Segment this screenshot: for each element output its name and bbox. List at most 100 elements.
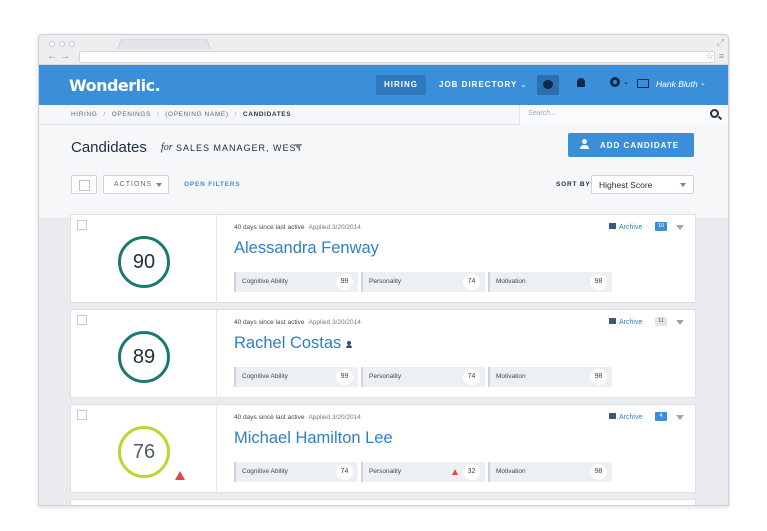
chip-value: 98 bbox=[590, 274, 607, 290]
nav-hiring[interactable]: HIRING bbox=[376, 75, 426, 95]
personality-chip: Personality 74 bbox=[361, 272, 485, 292]
candidate-name-text: Rachel Costas bbox=[234, 334, 342, 352]
score-circle: 76 bbox=[118, 426, 170, 478]
breadcrumb-openings[interactable]: OPENINGS bbox=[112, 111, 151, 118]
archive-icon bbox=[609, 318, 616, 324]
resize-icon[interactable]: ⤢ bbox=[717, 37, 724, 48]
chip-label: Motivation bbox=[496, 468, 526, 475]
select-all-checkbox[interactable] bbox=[71, 175, 97, 194]
message-count-badge[interactable]: 10 bbox=[655, 222, 667, 231]
actions-dropdown[interactable]: ACTIONS bbox=[103, 175, 169, 194]
warning-icon bbox=[452, 469, 458, 475]
candidate-name[interactable]: Rachel Costas bbox=[234, 334, 353, 353]
star-icon[interactable]: ☆ bbox=[706, 51, 714, 62]
chip-value: 98 bbox=[590, 369, 607, 385]
breadcrumb-opening-name[interactable]: (OPENING NAME) bbox=[165, 111, 228, 118]
chat-button[interactable] bbox=[537, 75, 559, 95]
chip-label: Personality bbox=[369, 468, 402, 475]
id-card-icon bbox=[637, 79, 649, 88]
add-user-icon bbox=[580, 139, 590, 149]
breadcrumb-hiring[interactable]: HIRING bbox=[71, 111, 97, 118]
address-bar[interactable] bbox=[79, 51, 715, 63]
browser-tab[interactable] bbox=[116, 39, 212, 50]
logo[interactable]: Wonderlic. bbox=[69, 76, 161, 95]
cognitive-chip: Cognitive Ability 99 bbox=[234, 367, 358, 387]
browser-chrome: ←→ ☆ ≡ ⤢ bbox=[39, 35, 728, 65]
menu-icon[interactable]: ≡ bbox=[719, 51, 724, 61]
opening-selector[interactable]: SALES MANAGER, WEST bbox=[176, 143, 303, 153]
candidate-card[interactable]: 90 40 days since last active Applied 3/20… bbox=[70, 214, 696, 303]
chevron-down-icon[interactable]: ⌄ bbox=[623, 78, 629, 86]
breadcrumb-candidates: CANDIDATES bbox=[243, 111, 292, 118]
applied-date: Applied 3/20/2014 bbox=[308, 319, 361, 326]
applied-date: Applied 3/20/2014 bbox=[308, 224, 361, 231]
sort-select[interactable]: Highest Score bbox=[591, 175, 694, 194]
divider bbox=[216, 405, 217, 493]
message-count-badge[interactable]: 4 bbox=[655, 412, 667, 421]
breadcrumb-bar: HIRING / OPENINGS / (OPENING NAME) / CANDID… bbox=[39, 105, 728, 125]
app-header: Wonderlic. HIRING JOB DIRECTORY ⌄ ⌄ Hank … bbox=[39, 65, 728, 105]
last-active: 40 days since last active bbox=[234, 414, 305, 421]
chevron-down-icon bbox=[156, 183, 162, 187]
candidate-checkbox[interactable] bbox=[77, 220, 87, 230]
gear-icon[interactable] bbox=[610, 77, 620, 87]
chevron-down-icon[interactable] bbox=[294, 144, 302, 149]
search-input[interactable]: Search... bbox=[519, 105, 728, 125]
browser-window: ←→ ☆ ≡ ⤢ Wonderlic. HIRING JOB DIRECTORY… bbox=[38, 34, 729, 506]
score-circle: 90 bbox=[118, 236, 170, 288]
window-controls[interactable] bbox=[49, 41, 75, 47]
chip-value: 32 bbox=[463, 464, 480, 480]
chevron-down-icon bbox=[680, 183, 686, 187]
archive-button[interactable]: Archive bbox=[609, 318, 642, 326]
motivation-chip: Motivation 98 bbox=[488, 367, 612, 387]
candidate-checkbox[interactable] bbox=[77, 315, 87, 325]
chip-value: 74 bbox=[336, 464, 353, 480]
sort-value: Highest Score bbox=[599, 180, 653, 190]
chevron-down-icon[interactable] bbox=[676, 415, 684, 420]
bell-icon[interactable] bbox=[577, 78, 585, 87]
candidate-meta: 40 days since last active Applied 3/20/20… bbox=[234, 414, 361, 421]
candidate-card[interactable]: 76 40 days since last active Applied 3/20… bbox=[70, 404, 696, 493]
nav-job-directory[interactable]: JOB DIRECTORY ⌄ bbox=[435, 75, 531, 95]
divider bbox=[216, 310, 217, 398]
back-forward-icon[interactable]: ←→ bbox=[47, 51, 73, 62]
warning-icon bbox=[175, 471, 185, 480]
chip-label: Cognitive Ability bbox=[242, 278, 288, 285]
candidate-card[interactable] bbox=[70, 499, 696, 505]
chip-label: Personality bbox=[369, 373, 402, 380]
candidate-name[interactable]: Michael Hamilton Lee bbox=[234, 429, 393, 448]
open-filters-link[interactable]: OPEN FILTERS bbox=[184, 181, 240, 188]
user-icon bbox=[346, 341, 353, 348]
candidate-checkbox[interactable] bbox=[77, 410, 87, 420]
cognitive-chip: Cognitive Ability 99 bbox=[234, 272, 358, 292]
search-placeholder: Search... bbox=[528, 110, 557, 117]
candidate-meta: 40 days since last active Applied 3/20/20… bbox=[234, 224, 361, 231]
chevron-down-icon: ⌄ bbox=[520, 82, 528, 89]
chat-icon bbox=[543, 80, 553, 89]
candidate-meta: 40 days since last active Applied 3/20/20… bbox=[234, 319, 361, 326]
chip-label: Cognitive Ability bbox=[242, 468, 288, 475]
user-name[interactable]: Hank Bluth bbox=[656, 79, 698, 89]
cognitive-chip: Cognitive Ability 74 bbox=[234, 462, 358, 482]
message-count-badge[interactable]: 11 bbox=[655, 317, 667, 326]
chip-label: Motivation bbox=[496, 373, 526, 380]
add-candidate-button[interactable]: ADD CANDIDATE bbox=[568, 133, 694, 157]
chip-label: Motivation bbox=[496, 278, 526, 285]
sort-by-label: SORT BY bbox=[556, 181, 591, 188]
chip-label: Personality bbox=[369, 278, 402, 285]
applied-date: Applied 3/20/2014 bbox=[308, 414, 361, 421]
candidate-card[interactable]: 89 40 days since last active Applied 3/20… bbox=[70, 309, 696, 398]
archive-button[interactable]: Archive bbox=[609, 413, 642, 421]
chevron-down-icon[interactable]: ⌄ bbox=[700, 79, 706, 87]
breadcrumb: HIRING / OPENINGS / (OPENING NAME) / CANDID… bbox=[71, 111, 292, 118]
archive-button[interactable]: Archive bbox=[609, 223, 642, 231]
search-icon[interactable] bbox=[710, 109, 719, 118]
page-title: Candidates bbox=[71, 139, 147, 156]
chevron-down-icon[interactable] bbox=[676, 320, 684, 325]
last-active: 40 days since last active bbox=[234, 224, 305, 231]
chip-label: Cognitive Ability bbox=[242, 373, 288, 380]
archive-label: Archive bbox=[619, 224, 643, 231]
chevron-down-icon[interactable] bbox=[676, 225, 684, 230]
chip-value: 74 bbox=[463, 274, 480, 290]
candidate-name[interactable]: Alessandra Fenway bbox=[234, 239, 379, 258]
